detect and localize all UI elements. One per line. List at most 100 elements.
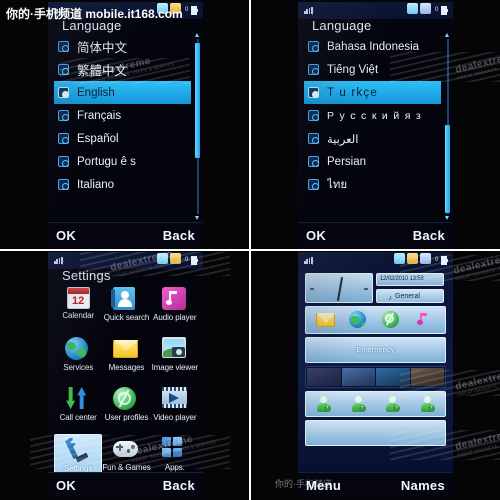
radio-icon[interactable] <box>58 87 69 98</box>
scroll-up-arrow-icon[interactable] <box>195 33 199 37</box>
scrollbar-thumb[interactable] <box>195 43 200 158</box>
phone-screen: T 0 Settings 12 Calendar Quick search Au… <box>48 252 203 498</box>
list-item[interactable]: Persian <box>304 150 441 173</box>
scroll-down-arrow-icon[interactable] <box>195 216 199 220</box>
scrollbar[interactable] <box>195 33 200 220</box>
app-cell-messages[interactable]: Messages <box>102 334 150 381</box>
photo-thumb[interactable] <box>307 368 341 386</box>
scrollbar[interactable] <box>445 33 450 220</box>
list-item[interactable]: 简体中文 <box>54 35 191 58</box>
radio-icon[interactable] <box>58 156 69 167</box>
app-cell-video-player[interactable]: Video player <box>151 384 199 431</box>
radio-icon[interactable] <box>308 133 319 144</box>
scrollbar-thumb[interactable] <box>445 125 450 213</box>
softkey-right[interactable]: Back <box>413 228 445 243</box>
message-icon <box>420 3 431 14</box>
softkey-left[interactable]: OK <box>56 478 76 493</box>
empty-widget-slot[interactable] <box>305 420 446 446</box>
app-cell-quick-search[interactable]: Quick search <box>102 284 150 331</box>
sim-icon <box>157 3 168 14</box>
softkey-left[interactable]: OK <box>56 228 76 243</box>
page-title: Language <box>62 18 122 33</box>
watermark-dealextreme: dealextreme GREAT GADGETS, PRICE & SERVI… <box>454 46 500 81</box>
list-item[interactable]: 繁體中文 <box>54 58 191 81</box>
radio-icon[interactable] <box>308 156 319 167</box>
list-item[interactable]: Español <box>54 127 191 150</box>
list-item[interactable]: Portugu ê s <box>54 150 191 173</box>
emergency-widget[interactable]: Emergency <box>305 337 446 363</box>
app-cell-audio-player[interactable]: Audio player <box>151 284 199 331</box>
contacts-book-icon <box>111 287 139 311</box>
add-contact-icon[interactable]: + <box>351 396 366 412</box>
globe-icon[interactable] <box>349 311 369 329</box>
photo-thumb[interactable] <box>376 368 410 386</box>
radio-icon[interactable] <box>308 64 319 75</box>
watermark-brand: dealextreme <box>452 251 500 277</box>
status-bar: T 0 <box>48 2 203 19</box>
radio-icon[interactable] <box>58 64 69 75</box>
alarm-icon <box>170 3 181 14</box>
radio-icon[interactable] <box>308 110 319 121</box>
app-cell-user-profiles[interactable]: User profiles <box>102 384 150 431</box>
app-cell-image-viewer[interactable]: Image viewer <box>151 334 199 381</box>
shortcut-bar-widget <box>305 306 446 334</box>
list-item[interactable]: ไทย <box>304 173 441 196</box>
list-item[interactable]: العربية <box>304 127 441 150</box>
add-contact-icon[interactable]: + <box>385 396 401 412</box>
softkey-bar: Menu Names <box>298 472 453 498</box>
app-label: Quick search <box>103 313 150 322</box>
music-note-icon[interactable] <box>415 311 435 329</box>
softkey-left[interactable]: OK <box>306 228 326 243</box>
panel-home-screen: T 0 12/02/2010 13:53 ♪ General Emergency… <box>250 250 500 500</box>
photo-strip-widget[interactable] <box>305 366 446 388</box>
list-item[interactable]: Bahasa Indonesia <box>304 35 441 58</box>
radio-icon[interactable] <box>58 110 69 121</box>
app-cell-services[interactable]: Services <box>54 334 102 381</box>
radio-icon[interactable] <box>308 41 319 52</box>
battery-icon: 0 <box>435 6 448 15</box>
softkey-right[interactable]: Back <box>163 228 195 243</box>
envelope-icon[interactable] <box>316 311 336 329</box>
alarm-icon <box>170 253 181 264</box>
photo-thumb[interactable] <box>410 368 444 386</box>
app-cell-call-center[interactable]: Call center <box>54 384 102 431</box>
softkey-bar: OK Back <box>48 222 203 248</box>
language-list[interactable]: Bahasa Indonesia Tiếng Việt T u rkçe Р у… <box>304 35 441 196</box>
radio-icon[interactable] <box>308 87 319 98</box>
radio-icon[interactable] <box>58 133 69 144</box>
softkey-right[interactable]: Names <box>401 478 445 493</box>
scroll-down-arrow-icon[interactable] <box>445 216 449 220</box>
photo-thumb[interactable] <box>341 368 375 386</box>
signal-bars-icon: T <box>54 256 64 267</box>
list-item[interactable]: Р у с с к и й я з <box>304 104 441 127</box>
envelope-icon <box>113 337 139 361</box>
add-contact-icon[interactable]: + <box>316 396 331 412</box>
radio-icon[interactable] <box>308 179 319 190</box>
profile-dial-icon[interactable] <box>381 311 402 329</box>
watermark-dealextreme: dealextreme GREAT GADGETS, PRICE & SERVI… <box>454 423 500 458</box>
list-item[interactable]: Tiếng Việt <box>304 58 441 81</box>
sim-icon <box>394 253 405 264</box>
widget-row-clock: 12/02/2010 13:53 ♪ General <box>305 273 446 303</box>
radio-icon[interactable] <box>58 41 69 52</box>
scroll-up-arrow-icon[interactable] <box>445 33 449 37</box>
analog-clock-widget[interactable] <box>305 273 373 303</box>
list-item-selected[interactable]: English <box>54 81 191 104</box>
list-item-selected[interactable]: T u rkçe <box>304 81 441 104</box>
app-cell-calendar[interactable]: 12 Calendar <box>54 284 102 331</box>
wrench-icon <box>64 436 91 463</box>
softkey-left[interactable]: Menu <box>306 478 341 493</box>
radio-icon[interactable] <box>58 179 69 190</box>
status-icon-group <box>394 253 431 264</box>
list-item-label: Tiếng Việt <box>327 63 379 76</box>
add-contact-widget: + + + + <box>305 391 446 417</box>
softkey-right[interactable]: Back <box>163 478 195 493</box>
language-list[interactable]: 简体中文 繁體中文 English Français Español Portu… <box>54 35 191 196</box>
film-play-icon <box>161 387 188 411</box>
add-contact-icon[interactable]: + <box>420 396 436 412</box>
profile-widget[interactable]: ♪ General <box>376 289 444 303</box>
date-time-widget[interactable]: 12/02/2010 13:53 <box>376 273 444 286</box>
phone-screen: T 0 Language Bahasa Indonesia Tiếng Việt… <box>298 2 453 248</box>
list-item[interactable]: Italiano <box>54 173 191 196</box>
list-item[interactable]: Français <box>54 104 191 127</box>
